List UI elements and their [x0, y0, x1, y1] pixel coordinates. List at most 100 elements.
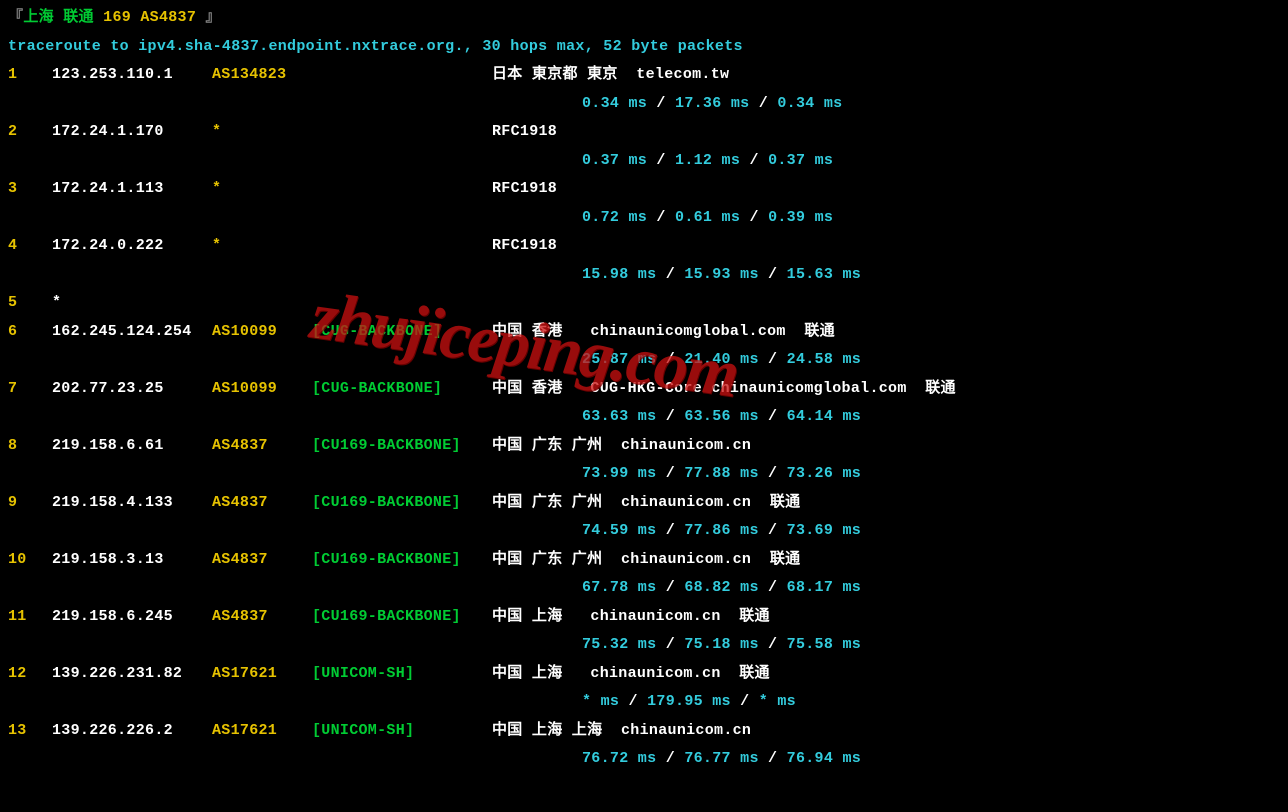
- hop-timing: 0.72 ms / 0.61 ms / 0.39 ms: [8, 204, 1280, 233]
- hop-backbone-tag: [CU169-BACKBONE]: [312, 546, 492, 575]
- hop-number: 12: [8, 660, 52, 689]
- latency-value: 76.72 ms: [582, 750, 656, 767]
- bracket: 』: [205, 9, 220, 26]
- hop-backbone-tag: [312, 175, 492, 204]
- latency-value: 0.39 ms: [768, 209, 833, 226]
- separator: /: [759, 465, 787, 482]
- latency-value: 15.63 ms: [787, 266, 861, 283]
- separator: /: [656, 522, 684, 539]
- latency-value: * ms: [582, 693, 619, 710]
- hop-row: 11219.158.6.245AS4837[CU169-BACKBONE]中国 …: [8, 603, 1280, 632]
- separator: /: [759, 408, 787, 425]
- hop-ip: 172.24.0.222: [52, 232, 212, 261]
- separator: /: [731, 693, 759, 710]
- hop-ip: 139.226.231.82: [52, 660, 212, 689]
- hop-backbone-tag: [312, 118, 492, 147]
- hop-row: 13139.226.226.2AS17621[UNICOM-SH]中国 上海 上…: [8, 717, 1280, 746]
- hop-timing: 73.99 ms / 77.88 ms / 73.26 ms: [8, 460, 1280, 489]
- hop-row: 12139.226.231.82AS17621[UNICOM-SH]中国 上海 …: [8, 660, 1280, 689]
- hop-location: 中国 广东 广州 chinaunicom.cn 联通: [492, 546, 1280, 575]
- hop-ip: 172.24.1.170: [52, 118, 212, 147]
- hop-timing: 75.32 ms / 75.18 ms / 75.58 ms: [8, 631, 1280, 660]
- hop-backbone-tag: [CU169-BACKBONE]: [312, 432, 492, 461]
- hop-location: 中国 香港 CUG-HKG-Core chinaunicomglobal.com…: [492, 375, 1280, 404]
- hop-number: 8: [8, 432, 52, 461]
- hop-backbone-tag: [CUG-BACKBONE]: [312, 375, 492, 404]
- separator: /: [619, 693, 647, 710]
- latency-value: 68.17 ms: [787, 579, 861, 596]
- hop-number: 3: [8, 175, 52, 204]
- hop-row: 7202.77.23.25AS10099[CUG-BACKBONE]中国 香港 …: [8, 375, 1280, 404]
- latency-value: 0.72 ms: [582, 209, 647, 226]
- latency-value: 77.86 ms: [684, 522, 758, 539]
- hop-number: 11: [8, 603, 52, 632]
- hop-location: 中国 广东 广州 chinaunicom.cn: [492, 432, 1280, 461]
- hop-backbone-tag: [312, 61, 492, 90]
- latency-value: 0.34 ms: [777, 95, 842, 112]
- hop-timing: 25.87 ms / 21.40 ms / 24.58 ms: [8, 346, 1280, 375]
- hop-asn: AS4837: [212, 489, 312, 518]
- hop-asn: AS4837: [212, 432, 312, 461]
- hop-ip: 139.226.226.2: [52, 717, 212, 746]
- hop-row: 5*: [8, 289, 1280, 318]
- hop-location: 日本 東京都 東京 telecom.tw: [492, 61, 1280, 90]
- hop-location: 中国 上海 chinaunicom.cn 联通: [492, 603, 1280, 632]
- hop-timing: 15.98 ms / 15.93 ms / 15.63 ms: [8, 261, 1280, 290]
- separator: /: [759, 266, 787, 283]
- latency-value: 73.26 ms: [787, 465, 861, 482]
- separator: /: [656, 465, 684, 482]
- latency-value: 0.37 ms: [582, 152, 647, 169]
- separator: /: [740, 209, 768, 226]
- hop-location: RFC1918: [492, 175, 1280, 204]
- hop-asn: AS4837: [212, 546, 312, 575]
- separator: /: [656, 750, 684, 767]
- hop-timing: 0.34 ms / 17.36 ms / 0.34 ms: [8, 90, 1280, 119]
- hop-ip: 172.24.1.113: [52, 175, 212, 204]
- latency-value: 76.94 ms: [787, 750, 861, 767]
- hop-number: 2: [8, 118, 52, 147]
- title-asn: 169 AS4837: [103, 9, 196, 26]
- hop-ip: 219.158.4.133: [52, 489, 212, 518]
- hop-row: 6162.245.124.254AS10099[CUG-BACKBONE]中国 …: [8, 318, 1280, 347]
- latency-value: 0.61 ms: [675, 209, 740, 226]
- latency-value: 24.58 ms: [787, 351, 861, 368]
- hop-number: 5: [8, 289, 52, 318]
- hop-backbone-tag: [CU169-BACKBONE]: [312, 603, 492, 632]
- latency-value: 179.95 ms: [647, 693, 731, 710]
- bracket: 『: [8, 9, 23, 26]
- hop-backbone-tag: [CUG-BACKBONE]: [312, 318, 492, 347]
- separator: /: [647, 209, 675, 226]
- hop-backbone-tag: [CU169-BACKBONE]: [312, 489, 492, 518]
- terminal-output: 『上海 联通 169 AS4837 』 traceroute to ipv4.s…: [8, 4, 1280, 774]
- route-title: 『上海 联通 169 AS4837 』: [8, 4, 1280, 33]
- hop-number: 4: [8, 232, 52, 261]
- hop-number: 1: [8, 61, 52, 90]
- separator: /: [749, 95, 777, 112]
- hop-asn: AS4837: [212, 603, 312, 632]
- latency-value: * ms: [759, 693, 796, 710]
- hop-backbone-tag: [312, 289, 492, 318]
- hop-location: RFC1918: [492, 118, 1280, 147]
- hop-timing: 76.72 ms / 76.77 ms / 76.94 ms: [8, 745, 1280, 774]
- separator: /: [656, 408, 684, 425]
- hop-ip: 219.158.6.61: [52, 432, 212, 461]
- hop-timing: * ms / 179.95 ms / * ms: [8, 688, 1280, 717]
- hop-number: 6: [8, 318, 52, 347]
- latency-value: 76.77 ms: [684, 750, 758, 767]
- hop-timing: 74.59 ms / 77.86 ms / 73.69 ms: [8, 517, 1280, 546]
- latency-value: 68.82 ms: [684, 579, 758, 596]
- hop-ip: 202.77.23.25: [52, 375, 212, 404]
- hop-number: 9: [8, 489, 52, 518]
- latency-value: 74.59 ms: [582, 522, 656, 539]
- hop-asn: *: [212, 118, 312, 147]
- separator: /: [647, 95, 675, 112]
- hop-asn: [212, 289, 312, 318]
- separator: /: [759, 522, 787, 539]
- separator: /: [759, 750, 787, 767]
- latency-value: 0.34 ms: [582, 95, 647, 112]
- hop-location: 中国 香港 chinaunicomglobal.com 联通: [492, 318, 1280, 347]
- hop-ip: *: [52, 289, 212, 318]
- hop-asn: *: [212, 232, 312, 261]
- hop-location: 中国 广东 广州 chinaunicom.cn 联通: [492, 489, 1280, 518]
- latency-value: 75.32 ms: [582, 636, 656, 653]
